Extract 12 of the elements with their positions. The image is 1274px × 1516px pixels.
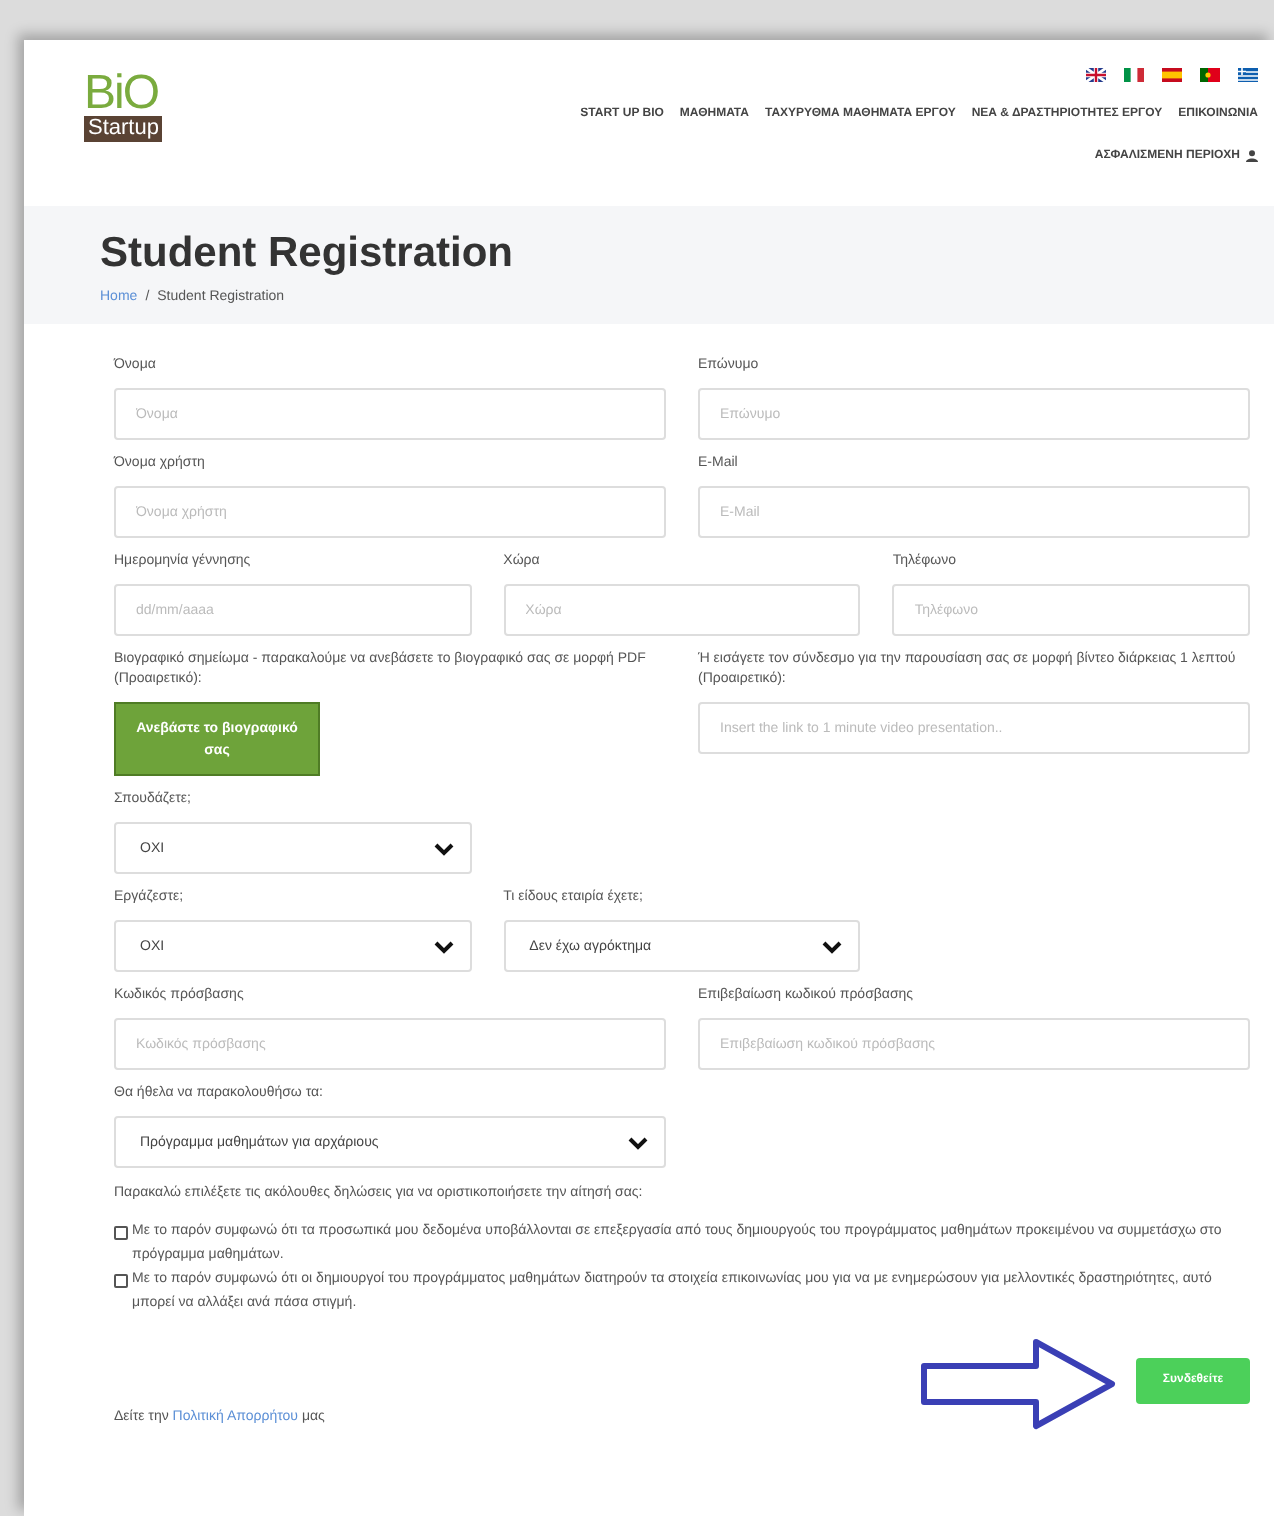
- flag-icon[interactable]: [1200, 68, 1220, 82]
- page-title: Student Registration: [100, 230, 516, 278]
- chevron-down-icon: [433, 939, 454, 953]
- checkbox[interactable]: [114, 1226, 128, 1240]
- chevron-down-icon: [822, 939, 843, 953]
- logo[interactable]: BiO Startup: [84, 72, 163, 206]
- checkbox[interactable]: [114, 1274, 128, 1288]
- chevron-down-icon: [433, 841, 454, 855]
- flag-icon[interactable]: [1124, 68, 1144, 82]
- flag-icon[interactable]: [1086, 68, 1106, 82]
- user-icon: [1246, 150, 1258, 162]
- chevron-down-icon: [628, 1135, 648, 1149]
